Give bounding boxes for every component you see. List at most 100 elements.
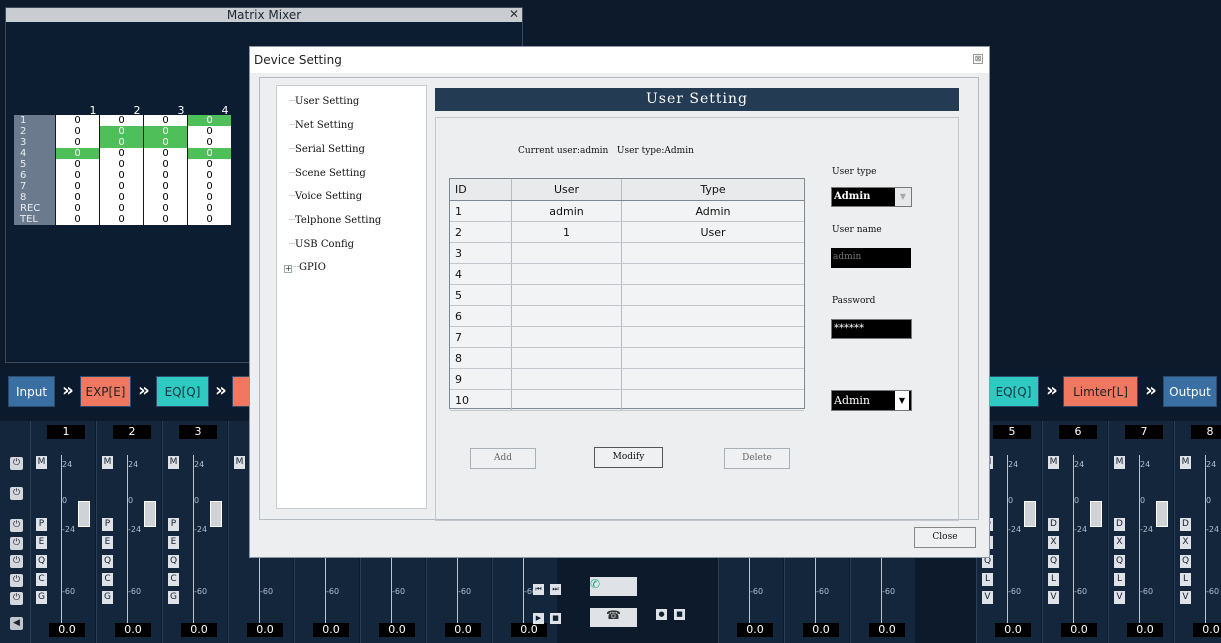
mute-button[interactable]: M <box>36 456 47 469</box>
matrix-cell[interactable]: 0 <box>188 192 231 203</box>
matrix-cell[interactable]: 0 <box>144 115 187 126</box>
matrix-cell[interactable]: 0 <box>144 214 187 225</box>
matrix-cell[interactable]: 0 <box>188 148 231 159</box>
channel-function-button[interactable]: V <box>1114 591 1125 604</box>
tree-item-scene-setting[interactable]: ┈Scene Setting <box>289 168 366 179</box>
volume-fader[interactable] <box>1090 501 1102 527</box>
matrix-cell[interactable]: 0 <box>56 181 99 192</box>
power-icon[interactable]: ⏻ <box>10 592 23 605</box>
channel-function-button[interactable]: Q <box>1180 555 1191 568</box>
channel-function-button[interactable]: E <box>102 536 113 549</box>
channel-function-button[interactable]: L <box>1114 573 1125 586</box>
channel-function-button[interactable]: E <box>36 536 47 549</box>
channel-function-button[interactable]: P <box>168 518 179 531</box>
table-row[interactable]: 1 admin Admin <box>450 201 804 222</box>
answer-call-icon[interactable]: ✆ <box>590 577 637 596</box>
play-icon[interactable]: ▶ <box>533 613 544 624</box>
channel-function-button[interactable]: G <box>168 591 179 604</box>
table-row[interactable]: 2 1 User <box>450 222 804 243</box>
matrix-cell[interactable]: 0 <box>188 137 231 148</box>
tree-item-telphone-setting[interactable]: ┈Telphone Setting <box>289 215 381 226</box>
chevron-down-icon[interactable]: ▼ <box>895 391 909 410</box>
mute-button[interactable]: M <box>234 456 245 469</box>
matrix-cell[interactable]: 0 <box>100 115 143 126</box>
matrix-cell[interactable]: 0 <box>100 214 143 225</box>
channel-function-button[interactable]: X <box>1180 536 1191 549</box>
output-block[interactable]: Output <box>1163 376 1217 407</box>
volume-fader[interactable] <box>1024 501 1036 527</box>
matrix-cell[interactable]: 0 <box>188 181 231 192</box>
channel-function-button[interactable]: L <box>982 573 993 586</box>
chevron-down-icon[interactable]: ▼ <box>895 188 911 206</box>
matrix-cell[interactable]: 0 <box>56 192 99 203</box>
exp-block[interactable]: EXP[E] <box>80 376 131 407</box>
channel-function-button[interactable]: D <box>1114 518 1125 531</box>
mute-button[interactable]: M <box>1114 456 1125 469</box>
close-icon[interactable]: ✕ <box>508 8 520 21</box>
channel-function-button[interactable]: D <box>1180 518 1191 531</box>
power-icon[interactable]: ⏻ <box>10 457 23 470</box>
close-icon[interactable]: ⊠ <box>973 54 983 64</box>
mute-button[interactable]: M <box>102 456 113 469</box>
channel-function-button[interactable]: X <box>1114 536 1125 549</box>
input-block[interactable]: Input <box>8 376 55 407</box>
matrix-cell[interactable]: 0 <box>188 203 231 214</box>
tree-item-usb-config[interactable]: ┈USB Config <box>289 239 354 250</box>
expand-icon[interactable]: + <box>284 265 292 273</box>
eq-block[interactable]: EQ[Q] <box>156 376 209 407</box>
matrix-cell[interactable]: 0 <box>100 126 143 137</box>
table-row[interactable]: 9 <box>450 369 804 390</box>
password-field[interactable]: ****** <box>831 319 912 339</box>
matrix-cell[interactable]: 0 <box>188 115 231 126</box>
level-select[interactable]: Admin ▼ <box>831 390 912 411</box>
matrix-cell[interactable]: 0 <box>56 137 99 148</box>
channel-function-button[interactable]: X <box>1048 536 1059 549</box>
matrix-cell[interactable]: 0 <box>144 137 187 148</box>
volume-fader[interactable] <box>210 501 222 527</box>
matrix-cell[interactable]: 0 <box>56 148 99 159</box>
channel-function-button[interactable]: E <box>168 536 179 549</box>
mute-button[interactable]: M <box>168 456 179 469</box>
volume-fader[interactable] <box>144 501 156 527</box>
eq-block[interactable]: EQ[Q] <box>988 376 1039 407</box>
matrix-cell[interactable]: 0 <box>144 192 187 203</box>
matrix-cell[interactable]: 0 <box>56 214 99 225</box>
channel-function-button[interactable]: C <box>36 573 47 586</box>
matrix-cell[interactable]: 0 <box>100 192 143 203</box>
table-row[interactable]: 4 <box>450 264 804 285</box>
channel-function-button[interactable]: P <box>102 518 113 531</box>
matrix-cell[interactable]: 0 <box>188 159 231 170</box>
record-icon[interactable]: ● <box>656 609 667 620</box>
matrix-cell[interactable]: 0 <box>188 126 231 137</box>
matrix-cell[interactable]: 0 <box>100 137 143 148</box>
matrix-cell[interactable]: 0 <box>144 181 187 192</box>
previous-icon[interactable]: ⏮ <box>533 584 544 595</box>
table-row[interactable]: 3 <box>450 243 804 264</box>
tree-item-gpio[interactable]: ┈GPIO <box>293 262 326 273</box>
channel-function-button[interactable]: V <box>1180 591 1191 604</box>
channel-function-button[interactable]: Q <box>102 555 113 568</box>
matrix-cell[interactable]: 0 <box>56 203 99 214</box>
matrix-cell[interactable]: 0 <box>56 115 99 126</box>
table-row[interactable]: 8 <box>450 348 804 369</box>
tree-item-net-setting[interactable]: ┈Net Setting <box>289 120 354 131</box>
power-icon[interactable]: ⏻ <box>10 574 23 587</box>
delete-button[interactable]: Delete <box>724 448 790 469</box>
channel-function-button[interactable]: Q <box>36 555 47 568</box>
channel-function-button[interactable]: Q <box>1114 555 1125 568</box>
power-icon[interactable]: ⏻ <box>10 487 23 500</box>
user-type-select[interactable]: Admin ▼ <box>831 187 912 207</box>
matrix-cell[interactable]: 0 <box>56 159 99 170</box>
matrix-cell[interactable]: 0 <box>144 159 187 170</box>
channel-function-button[interactable]: D <box>1048 518 1059 531</box>
channel-function-button[interactable]: V <box>982 591 993 604</box>
tree-item-voice-setting[interactable]: ┈Voice Setting <box>289 191 362 202</box>
modify-button[interactable]: Modify <box>594 447 663 468</box>
volume-fader[interactable] <box>1156 501 1168 527</box>
channel-function-button[interactable]: Q <box>1048 555 1059 568</box>
power-icon[interactable]: ⏻ <box>10 537 23 550</box>
next-icon[interactable]: ⏭ <box>550 584 561 595</box>
matrix-cell[interactable]: 0 <box>56 126 99 137</box>
channel-function-button[interactable]: G <box>102 591 113 604</box>
channel-function-button[interactable]: G <box>36 591 47 604</box>
